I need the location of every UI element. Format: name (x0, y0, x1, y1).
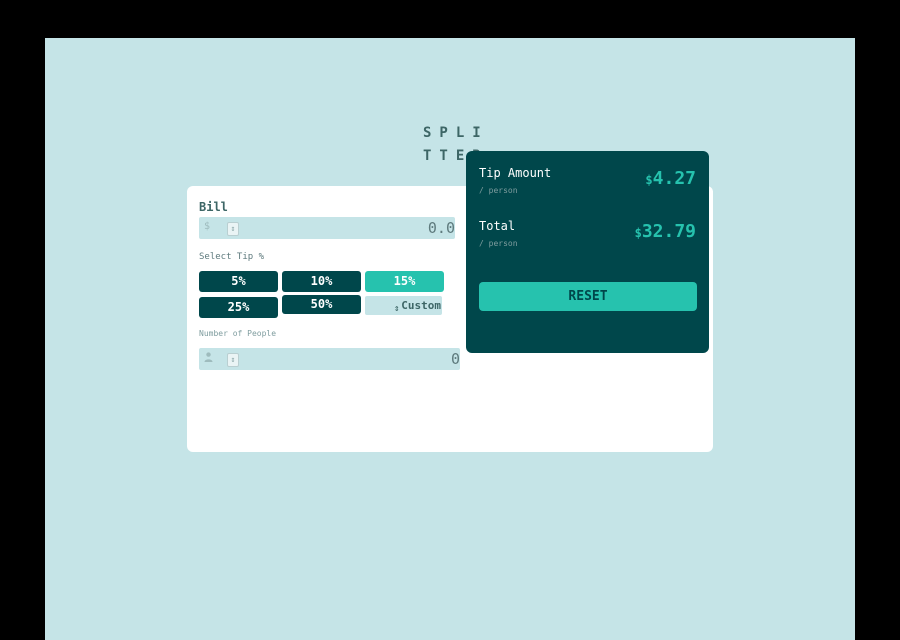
people-input[interactable]: ⇕ 0 (199, 348, 460, 370)
tip-15-button[interactable]: 15% (365, 271, 444, 292)
total-subtitle: / person (479, 239, 518, 248)
custom-tip-placeholder: Custom (401, 299, 441, 312)
person-icon (204, 352, 213, 365)
logo-line-1: SPLI (423, 125, 489, 141)
results-panel: Tip Amount / person $4.27 Total / person… (466, 151, 709, 353)
tip-amount-number: 4.27 (652, 168, 696, 189)
tip-amount-title: Tip Amount (479, 166, 552, 180)
people-label: Number of People (199, 329, 277, 338)
total-number: 32.79 (641, 221, 696, 242)
custom-tip-spinner[interactable]: ⇕ (394, 300, 399, 315)
total-title: Total (479, 219, 516, 233)
tip-5-button[interactable]: 5% (199, 271, 278, 292)
total-value: $32.79 (635, 221, 696, 242)
select-tip-label: Select Tip % (199, 252, 265, 262)
tip-amount-value: $4.27 (645, 168, 696, 189)
reset-button[interactable]: RESET (479, 282, 697, 311)
total-currency: $ (634, 226, 642, 240)
people-value: 0 (450, 350, 460, 368)
tip-amount-subtitle: / person (479, 186, 518, 195)
tip-25-button[interactable]: 25% (199, 297, 278, 318)
bill-label: Bill (199, 200, 228, 214)
bill-input[interactable]: $ ⇕ 0.0 (199, 217, 455, 239)
custom-tip-input[interactable]: ⇕ Custom (365, 296, 442, 315)
bill-spinner[interactable]: ⇕ (227, 222, 239, 236)
tip-10-button[interactable]: 10% (282, 271, 361, 292)
dollar-icon: $ (204, 221, 211, 232)
tip-amount-currency: $ (645, 173, 653, 187)
bill-value: 0.0 (427, 219, 455, 237)
tip-50-button[interactable]: 50% (282, 295, 361, 314)
people-spinner[interactable]: ⇕ (227, 353, 239, 367)
app-viewport: SPLI TTER Bill $ ⇕ 0.0 Select Tip % 5% 1… (45, 38, 855, 640)
